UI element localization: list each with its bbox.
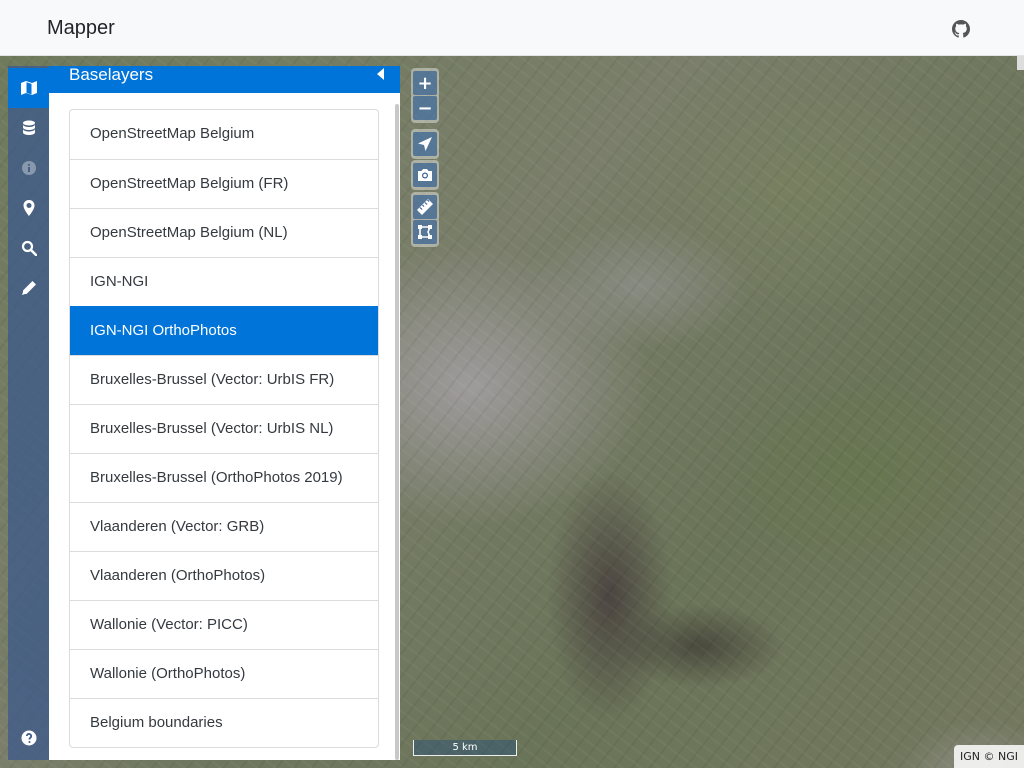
baselayers-pane: Baselayers OpenStreetMap Belgium OpenStre… (49, 66, 400, 760)
baselayer-item[interactable]: OpenStreetMap Belgium (FR) (70, 159, 378, 208)
camera-icon (418, 169, 432, 181)
tab-info[interactable] (8, 148, 49, 188)
baselayer-item[interactable]: Belgium boundaries (70, 698, 378, 747)
page-scrollbar[interactable] (1017, 56, 1024, 70)
baselayer-list: OpenStreetMap Belgium OpenStreetMap Belgi… (69, 109, 379, 748)
measure-control (411, 192, 439, 247)
baselayer-item[interactable]: Wallonie (OrthoPhotos) (70, 649, 378, 698)
pencil-icon (21, 281, 36, 295)
info-icon (21, 161, 36, 175)
baselayer-item[interactable]: Bruxelles-Brussel (Vector: UrbIS NL) (70, 404, 378, 453)
question-icon (21, 730, 36, 746)
tab-marker[interactable] (8, 188, 49, 228)
baselayer-item[interactable]: Vlaanderen (Vector: GRB) (70, 502, 378, 551)
attribution: IGN © NGI (954, 745, 1024, 768)
ruler-icon (417, 199, 433, 215)
baselayer-item[interactable]: Bruxelles-Brussel (OrthoPhotos 2019) (70, 453, 378, 502)
measure-area-button[interactable] (413, 220, 437, 244)
location-arrow-icon (418, 137, 432, 151)
caret-left-icon[interactable] (376, 68, 386, 80)
baselayer-item[interactable]: Wallonie (Vector: PICC) (70, 600, 378, 649)
zoom-in-button[interactable]: + (413, 71, 437, 95)
map-icon (20, 81, 37, 95)
zoom-control: + − (411, 68, 439, 123)
tab-search[interactable] (8, 228, 49, 268)
pane-title: Baselayers (69, 66, 154, 84)
database-icon (22, 120, 35, 135)
baselayer-item[interactable]: OpenStreetMap Belgium (NL) (70, 208, 378, 257)
baselayer-item[interactable]: IGN-NGI (70, 257, 378, 306)
scale-line: 5 km (413, 740, 517, 756)
baselayer-item[interactable]: Bruxelles-Brussel (Vector: UrbIS FR) (70, 355, 378, 404)
pane-scrollbar[interactable] (395, 104, 399, 760)
tab-layers[interactable] (8, 108, 49, 148)
navbar: Mapper (0, 0, 1024, 56)
baselayer-item[interactable]: IGN-NGI OrthoPhotos (70, 306, 378, 355)
tab-draw[interactable] (8, 268, 49, 308)
baselayer-item[interactable]: Vlaanderen (OrthoPhotos) (70, 551, 378, 600)
screenshot-control (411, 160, 439, 190)
tab-help[interactable] (8, 718, 49, 758)
geolocate-control (411, 129, 439, 159)
geolocate-button[interactable] (413, 132, 437, 156)
search-icon (21, 240, 37, 256)
zoom-out-button[interactable]: − (413, 96, 437, 120)
draw-polygon-icon (418, 225, 432, 239)
pane-header: Baselayers (49, 66, 400, 93)
tab-baselayers[interactable] (8, 68, 49, 108)
sidebar-tabs (8, 66, 49, 760)
github-icon[interactable] (952, 20, 970, 38)
map-marker-icon (23, 200, 34, 216)
baselayer-item[interactable]: OpenStreetMap Belgium (70, 110, 378, 159)
sidebar: Baselayers OpenStreetMap Belgium OpenStre… (8, 66, 400, 760)
app-title[interactable]: Mapper (47, 17, 115, 40)
measure-length-button[interactable] (413, 195, 437, 219)
screenshot-button[interactable] (413, 163, 437, 187)
